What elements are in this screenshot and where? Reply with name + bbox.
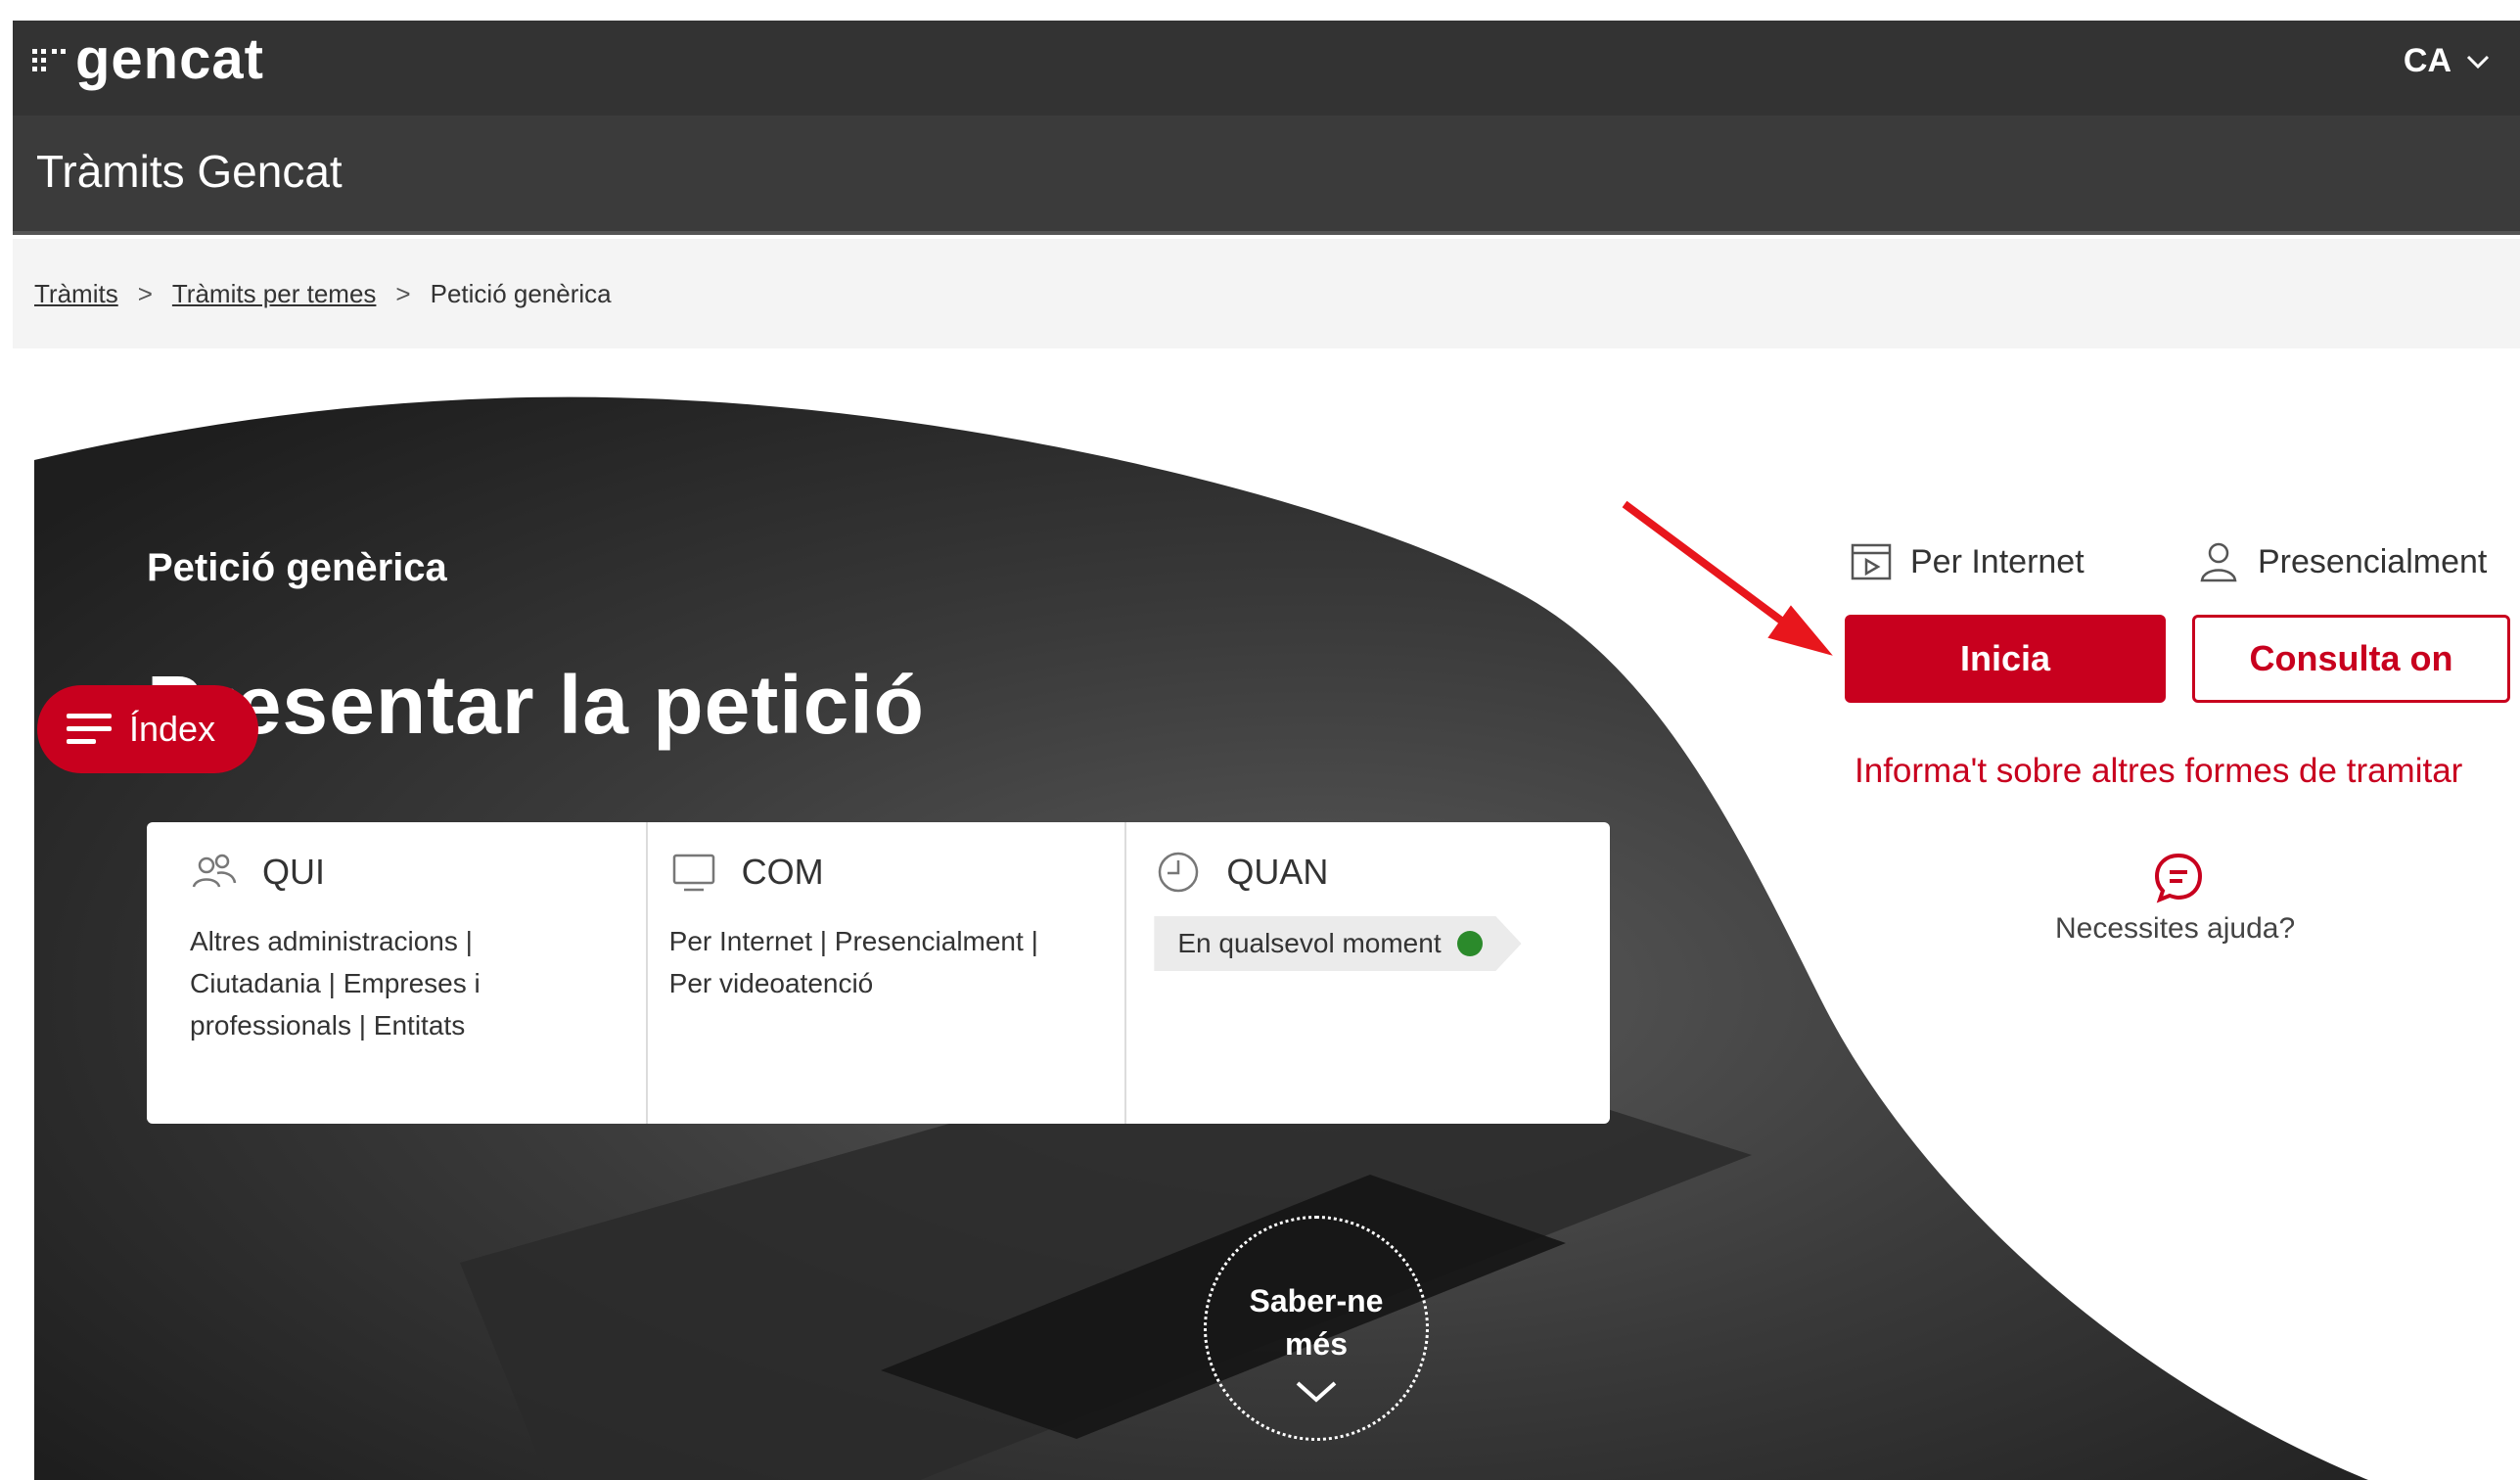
info-column-com: COM Per Internet | Presencialment | Per … — [645, 822, 1125, 1124]
internet-mode-label: Per Internet — [1910, 542, 2085, 580]
other-ways-link[interactable]: Informa't sobre altres formes de tramita… — [1855, 752, 2462, 791]
info-card: QUI Altres administracions | Ciutadania … — [147, 822, 1610, 1124]
browser-window-icon — [1851, 543, 1892, 580]
qui-heading: QUI — [262, 852, 326, 892]
com-text: Per Internet | Presencialment | Per vide… — [668, 926, 1038, 998]
help-label[interactable]: Necessites ajuda? — [2055, 912, 2295, 946]
chevron-down-icon — [1296, 1381, 1337, 1403]
status-dot-icon — [1456, 931, 1483, 956]
hamburger-menu-icon — [67, 714, 112, 744]
index-button[interactable]: Índex — [37, 685, 258, 773]
people-icon — [192, 854, 237, 888]
presencial-mode: Presencialment — [2197, 540, 2487, 583]
com-heading: COM — [741, 852, 824, 892]
info-column-quan: QUAN En qualsevol moment — [1124, 822, 1610, 1124]
page-title: Presentar la petició — [147, 659, 925, 751]
learn-more-line1: Saber-ne — [1249, 1283, 1384, 1318]
presencial-mode-label: Presencialment — [2258, 542, 2488, 580]
clock-icon — [1159, 852, 1199, 893]
start-button[interactable]: Inicia — [1845, 615, 2166, 703]
chat-help-icon[interactable] — [2151, 850, 2206, 904]
qui-text: Altres administracions | Ciutadania | Em… — [190, 926, 481, 1041]
hero-pretitle: Petició genèrica — [147, 546, 447, 589]
consult-where-button[interactable]: Consulta on — [2192, 615, 2510, 703]
annotation-arrow — [1622, 500, 1833, 656]
availability-text: En qualsevol moment — [1177, 928, 1442, 958]
learn-more-line2: més — [1284, 1326, 1349, 1362]
availability-badge: En qualsevol moment — [1154, 916, 1522, 971]
monitor-icon — [672, 854, 714, 892]
internet-mode: Per Internet — [1850, 540, 2085, 583]
learn-more-button[interactable]: Saber-ne més — [1204, 1216, 1429, 1441]
quan-heading: QUAN — [1226, 852, 1329, 892]
info-column-qui: QUI Altres administracions | Ciutadania … — [147, 822, 646, 1124]
person-icon — [2200, 542, 2237, 582]
index-label: Índex — [129, 709, 216, 749]
